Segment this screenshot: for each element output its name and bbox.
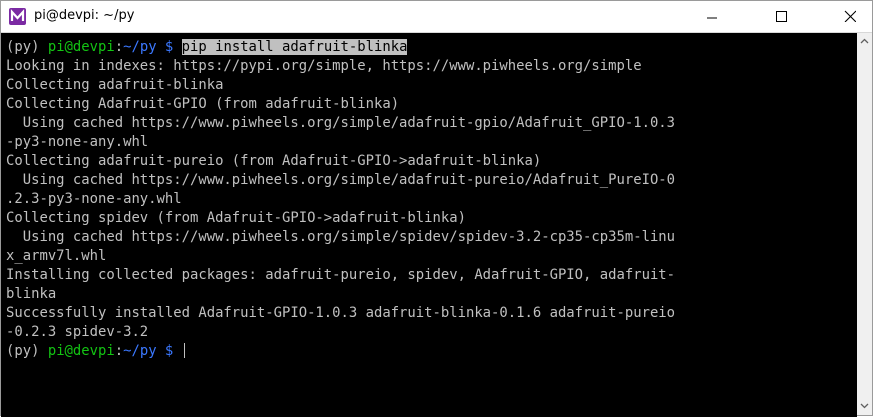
app-m-icon[interactable] <box>9 8 26 25</box>
minimize-icon <box>707 17 717 19</box>
terminal-lines: (py) pi@devpi:~/py $ pip install adafrui… <box>6 38 675 361</box>
output-line: Installing collected packages: adafruit-… <box>6 267 676 283</box>
maximize-button[interactable] <box>758 1 804 32</box>
prompt-env: (py) <box>6 39 48 55</box>
output-line: Collecting adafruit-blinka <box>6 77 224 93</box>
output-line: blinka <box>6 286 57 302</box>
prompt-path: ~/py $ <box>123 343 182 359</box>
window-title: pi@devpi: ~/py <box>34 8 135 23</box>
terminal-output[interactable]: (py) pi@devpi:~/py $ pip install adafrui… <box>1 33 857 417</box>
scroll-up-button[interactable] <box>857 33 872 50</box>
close-icon <box>844 10 856 22</box>
typed-command[interactable]: pip install adafruit-blinka <box>181 39 408 55</box>
scroll-down-button[interactable] <box>857 398 872 415</box>
output-line: Collecting Adafruit-GPIO (from adafruit-… <box>6 96 400 112</box>
output-line: -py3-none-any.whl <box>6 134 149 150</box>
chevron-up-icon <box>860 38 869 44</box>
output-line: Collecting spidev (from Adafruit-GPIO->a… <box>6 210 466 226</box>
close-button[interactable] <box>827 1 873 32</box>
prompt-userhost: pi@devpi <box>47 39 115 55</box>
command-line: (py) pi@devpi:~/py $ pip install adafrui… <box>6 38 675 57</box>
prompt-path: ~/py $ <box>123 39 182 55</box>
output-line: Looking in indexes: https://pypi.org/sim… <box>6 58 642 74</box>
output-line: x_armv7l.whl <box>6 248 107 264</box>
prompt-colon: : <box>114 39 124 55</box>
title-bar[interactable]: pi@devpi: ~/py <box>1 1 872 33</box>
output-line: Using cached https://www.piwheels.org/si… <box>6 229 676 245</box>
final-prompt-line[interactable]: (py) pi@devpi:~/py $ <box>6 342 675 361</box>
minimize-button[interactable] <box>689 1 735 32</box>
prompt-colon: : <box>114 343 124 359</box>
prompt-env: (py) <box>6 343 48 359</box>
maximize-icon <box>776 11 787 22</box>
output-line: Successfully installed Adafruit-GPIO-1.0… <box>6 305 676 321</box>
output-line: Collecting adafruit-pureio (from Adafrui… <box>6 153 542 169</box>
chevron-down-icon <box>860 403 869 409</box>
output-line: Using cached https://www.piwheels.org/si… <box>6 115 676 131</box>
output-line: .2.3-py3-none-any.whl <box>6 191 182 207</box>
terminal-window: pi@devpi: ~/py (py) pi@devpi:~/py $ pip … <box>0 0 873 417</box>
text-cursor <box>183 343 185 358</box>
output-line: -0.2.3 spidev-3.2 <box>6 324 149 340</box>
output-line: Using cached https://www.piwheels.org/si… <box>6 172 676 188</box>
prompt-userhost: pi@devpi <box>47 343 115 359</box>
vertical-scrollbar[interactable] <box>857 33 872 415</box>
